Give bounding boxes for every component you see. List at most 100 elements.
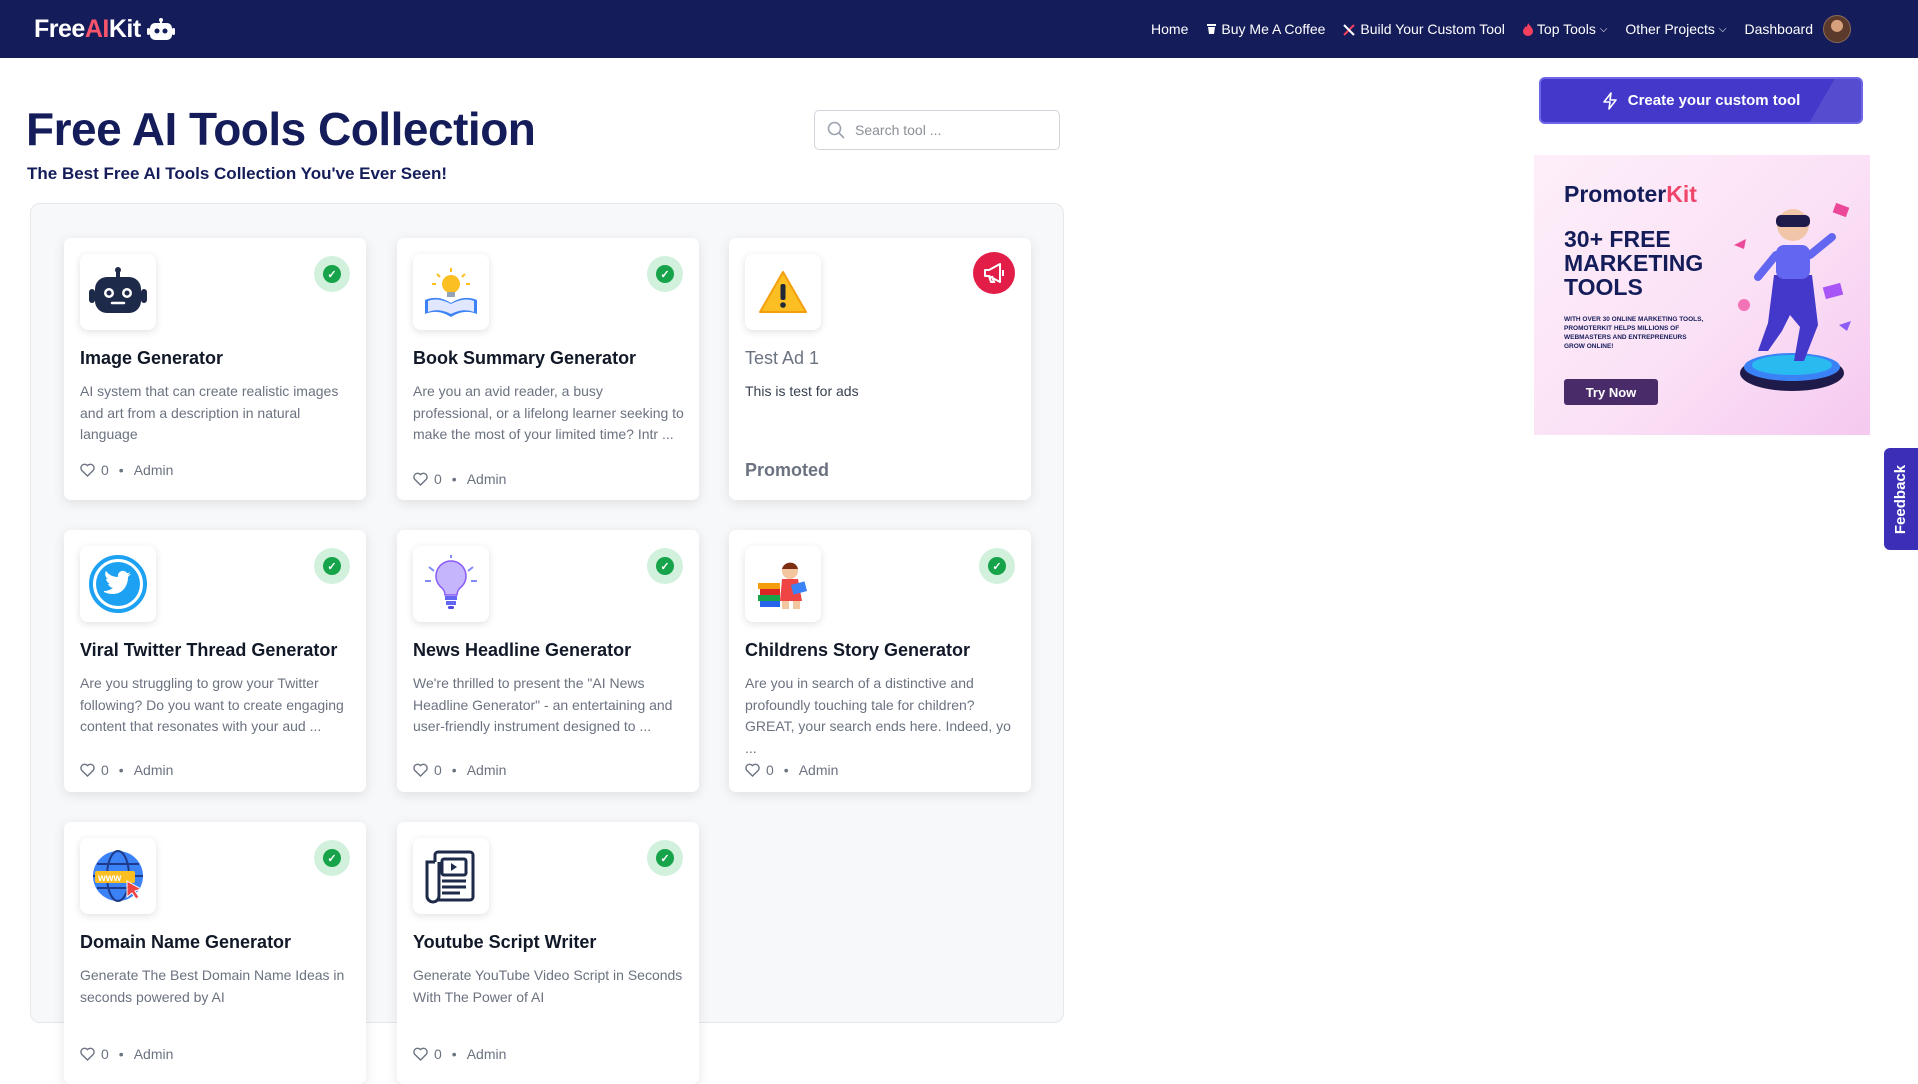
ad-small-text: WITH OVER 30 ONLINE MARKETING TOOLS, PRO… <box>1564 316 1704 350</box>
tool-icon-box <box>413 838 489 914</box>
page-subtitle: The Best Free AI Tools Collection You've… <box>27 164 448 183</box>
coffee-cup-icon <box>1207 24 1217 34</box>
tool-card[interactable]: ✓ Viral Twitter Thread Generator Are you… <box>64 530 366 792</box>
user-avatar[interactable] <box>1823 15 1851 43</box>
fire-icon <box>1522 22 1533 36</box>
verified-badge: ✓ <box>314 256 350 292</box>
like-count: 0 <box>101 1046 109 1062</box>
check-icon: ✓ <box>656 557 674 575</box>
tool-description: We're thrilled to present the "AI News H… <box>413 675 673 734</box>
separator-dot: • <box>451 471 457 487</box>
like-count: 0 <box>434 471 442 487</box>
heart-icon[interactable] <box>80 463 95 477</box>
tool-meta: 0 • Admin <box>80 462 173 478</box>
search-input[interactable] <box>855 122 1045 138</box>
separator-dot: • <box>118 1046 124 1062</box>
heart-icon[interactable] <box>80 763 95 777</box>
nav-buy-coffee[interactable]: Buy Me A Coffee <box>1197 21 1334 37</box>
nav-links: Home Buy Me A Coffee Build Your Custom T… <box>1142 0 1860 58</box>
tool-meta: 0 • Admin <box>413 1046 506 1062</box>
create-custom-tool-button[interactable]: Create your custom tool <box>1539 77 1863 124</box>
author: Admin <box>466 1046 507 1062</box>
open-book-lightbulb-icon <box>425 268 477 317</box>
author: Admin <box>133 1046 174 1062</box>
heart-icon[interactable] <box>413 472 428 486</box>
nav-build-tool[interactable]: Build Your Custom Tool <box>1334 21 1514 37</box>
tool-card[interactable]: ✓ Image Generator AI system that can cre… <box>64 238 366 500</box>
tool-title[interactable]: Viral Twitter Thread Generator <box>80 640 337 661</box>
tool-title[interactable]: News Headline Generator <box>413 640 631 661</box>
author: Admin <box>466 471 507 487</box>
promoted-label: Promoted <box>745 460 830 480</box>
tool-title[interactable]: Test Ad 1 <box>745 348 819 369</box>
tool-description: Are you an avid reader, a busy professio… <box>413 383 684 442</box>
tool-card[interactable]: ✓ Childrens Story Generator Are you in s… <box>729 530 1031 792</box>
nav-buy-coffee-label: Buy Me A Coffee <box>1221 21 1326 37</box>
tool-title[interactable]: Childrens Story Generator <box>745 640 970 661</box>
tool-description: Are you in search of a distinctive and p… <box>745 675 1011 756</box>
check-icon: ✓ <box>988 557 1006 575</box>
author: Admin <box>133 762 174 778</box>
tool-description: Generate The Best Domain Name Ideas in s… <box>80 967 345 1005</box>
heart-icon[interactable] <box>413 1047 428 1061</box>
heart-icon[interactable] <box>80 1047 95 1061</box>
tool-card[interactable]: www ✓ Domain Name Generator Generate The… <box>64 822 366 1084</box>
tool-icon-box <box>745 546 821 622</box>
logo-text-ai: AI <box>84 15 110 43</box>
tool-title[interactable]: Youtube Script Writer <box>413 932 596 953</box>
author: Admin <box>133 462 174 478</box>
tool-icon-box <box>80 254 156 330</box>
logo[interactable]: Free AI Kit <box>34 15 175 44</box>
ad-brand: PromoterKit <box>1564 181 1697 208</box>
tool-meta: 0 • Admin <box>80 1046 173 1062</box>
tool-description: Generate YouTube Video Script in Seconds… <box>413 967 683 1005</box>
like-count: 0 <box>434 1046 442 1062</box>
svg-text:www: www <box>97 873 122 884</box>
globe-www-icon: www <box>93 850 143 902</box>
chevron-down-icon: ⌵ <box>1718 23 1727 35</box>
heart-icon[interactable] <box>413 763 428 777</box>
tool-icon-box: www <box>80 838 156 914</box>
tools-grid: ✓ Image Generator AI system that can cre… <box>30 203 1064 1084</box>
nav-home[interactable]: Home <box>1142 21 1197 37</box>
tool-icon-box <box>80 546 156 622</box>
ad-headline: 30+ FREE MARKETING TOOLS <box>1564 226 1704 300</box>
ad-try-now-button[interactable]: Try Now <box>1564 379 1658 405</box>
nav-other-projects[interactable]: Other Projects ⌵ <box>1616 21 1735 37</box>
video-script-icon <box>425 850 475 904</box>
tools-icon <box>1343 23 1356 36</box>
tool-meta: 0 • Admin <box>745 762 838 778</box>
tool-card[interactable]: ✓ Book Summary Generator Are you an avid… <box>397 238 699 500</box>
nav-dashboard[interactable]: Dashboard <box>1736 15 1861 43</box>
megaphone-icon <box>984 263 1004 283</box>
separator-dot: • <box>451 1046 457 1062</box>
promo-badge <box>973 252 1015 294</box>
promoterkit-ad-banner[interactable]: PromoterKit 30+ FREE MARKETING TOOLS WIT… <box>1534 155 1870 435</box>
ad-brand-suffix: Kit <box>1666 181 1697 207</box>
page-title: Free AI Tools Collection <box>26 103 536 155</box>
robot-icon <box>89 267 147 313</box>
top-navbar: Free AI Kit Home Buy Me A Coffee Build You… <box>0 0 1918 58</box>
tool-card[interactable]: ✓ Youtube Script Writer Generate YouTube… <box>397 822 699 1084</box>
tool-card[interactable]: ✓ News Headline Generator We're thrilled… <box>397 530 699 792</box>
nav-other-projects-label: Other Projects <box>1625 21 1715 37</box>
nav-top-tools[interactable]: Top Tools ⌵ <box>1514 21 1617 37</box>
tool-title[interactable]: Image Generator <box>80 348 223 369</box>
tool-description: Are you struggling to grow your Twitter … <box>80 675 344 734</box>
tool-title[interactable]: Domain Name Generator <box>80 932 291 953</box>
create-custom-tool-label: Create your custom tool <box>1627 92 1801 109</box>
like-count: 0 <box>101 762 109 778</box>
ad-card[interactable]: Test Ad 1 This is test for ads Promoted <box>729 238 1031 500</box>
verified-badge: ✓ <box>647 548 683 584</box>
verified-badge: ✓ <box>647 256 683 292</box>
check-icon: ✓ <box>323 265 341 283</box>
heart-icon[interactable] <box>745 763 760 777</box>
nav-build-tool-label: Build Your Custom Tool <box>1360 21 1505 37</box>
check-icon: ✓ <box>323 849 341 867</box>
search-box[interactable] <box>814 110 1060 150</box>
tool-icon-box <box>745 254 821 330</box>
tool-meta: 0 • Admin <box>413 762 506 778</box>
tool-title[interactable]: Book Summary Generator <box>413 348 636 369</box>
feedback-tab[interactable]: Feedback <box>1884 448 1918 550</box>
verified-badge: ✓ <box>314 548 350 584</box>
